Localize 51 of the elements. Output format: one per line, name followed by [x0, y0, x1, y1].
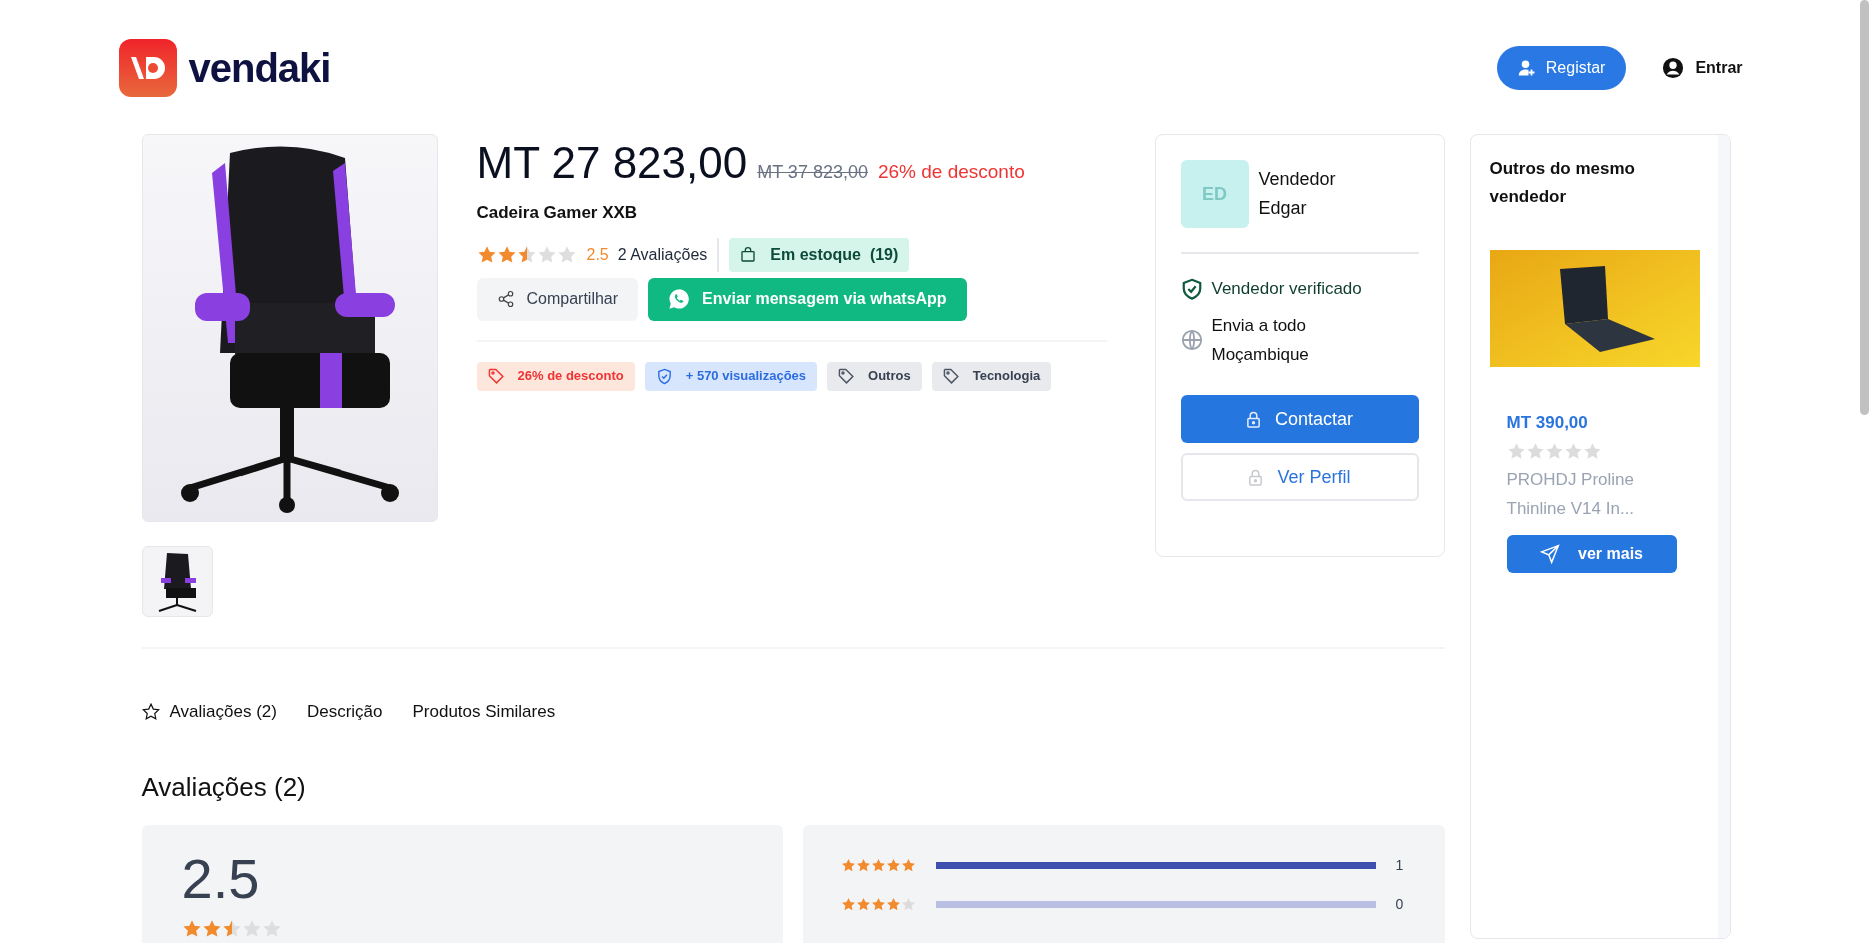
user-circle-icon	[1662, 56, 1685, 79]
user-plus-icon	[1517, 58, 1536, 77]
logo-text: vendaki	[188, 44, 331, 92]
product-title: Cadeira Gamer XXB	[476, 202, 639, 224]
login-button[interactable]: Entrar	[1662, 55, 1743, 80]
tag-icon	[487, 367, 505, 385]
tab[interactable]: Descrição	[306, 699, 383, 725]
discount-text: 26% de desconto	[877, 160, 1025, 184]
tag-icon	[942, 367, 960, 385]
old-price: MT 37 823,00	[757, 161, 868, 184]
send-icon	[1540, 543, 1561, 564]
shield-check-icon	[655, 367, 673, 385]
stock-text: Em estoque (19)	[770, 244, 899, 265]
product-price: MT 27 823,00	[476, 137, 748, 189]
rating-count: 1	[1395, 855, 1404, 875]
thumbnail-photo[interactable]	[141, 546, 213, 617]
lock-icon	[1248, 468, 1264, 486]
tag-badge[interactable]: Tecnologia	[931, 361, 1052, 391]
contact-button[interactable]: Contactar	[1180, 395, 1419, 443]
reviews-count: 2 Avaliações	[617, 244, 708, 265]
globe-icon	[1180, 329, 1203, 351]
product-photo[interactable]	[141, 134, 438, 522]
view-more-button[interactable]: ver mais	[1506, 534, 1677, 573]
feature-text: Vendedor verificado	[1211, 278, 1363, 300]
rating-count: 0	[1395, 894, 1404, 914]
shield-check-icon	[1180, 276, 1203, 301]
section-heading: Avaliações (2)	[141, 770, 307, 804]
rating-value: 2.5	[586, 244, 609, 265]
tab[interactable]: Produtos Similares	[412, 699, 556, 725]
whatsapp-icon	[668, 288, 691, 310]
share-icon	[496, 290, 515, 308]
tab[interactable]: Avaliações (2)	[141, 699, 277, 725]
scrollbar-thumb[interactable]	[1860, 0, 1869, 415]
seller-avatar: ED	[1180, 160, 1249, 228]
feature-text: Envia a todo Moçambique	[1211, 315, 1310, 366]
star-icon	[141, 702, 160, 721]
laptop-photo-placeholder[interactable]	[1489, 250, 1700, 367]
product-name: PROHDJ Proline Thinline V14 In...	[1506, 468, 1636, 520]
logo-icon	[118, 38, 177, 97]
seller-name: Vendedor Edgar	[1258, 168, 1337, 220]
tag-icon	[838, 367, 856, 385]
sidebar-title: Outros do mesmo vendedor	[1489, 158, 1636, 208]
average-rating: 2.5	[181, 846, 261, 911]
product-price: MT 390,00	[1506, 412, 1589, 434]
bag-icon	[740, 246, 757, 263]
tag-badge[interactable]: + 570 visualizações	[644, 361, 818, 391]
view-profile-button[interactable]: Ver Perfil	[1180, 453, 1419, 501]
tag-badge[interactable]: Outros	[827, 361, 922, 391]
share-button[interactable]: Compartilhar	[476, 277, 639, 321]
lock-icon	[1245, 410, 1261, 428]
register-button[interactable]: Registar	[1496, 45, 1627, 90]
